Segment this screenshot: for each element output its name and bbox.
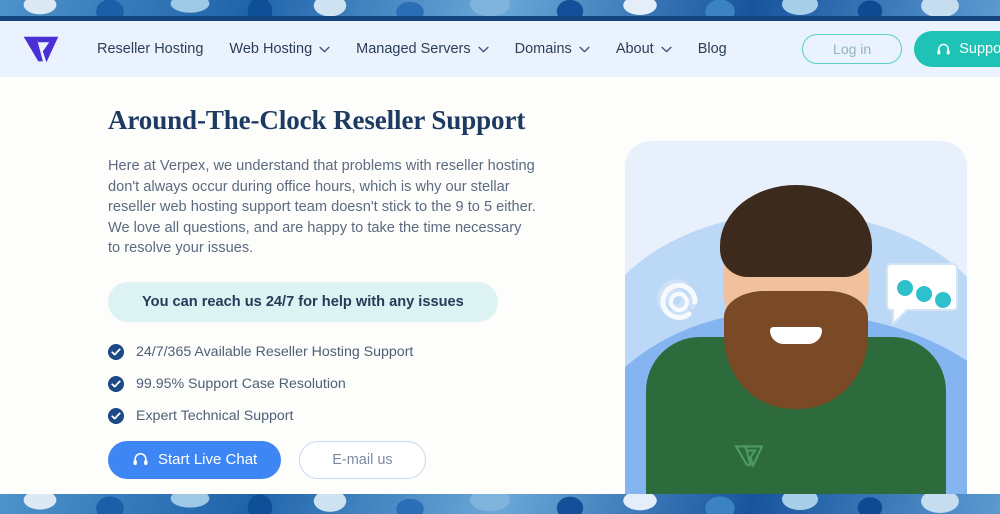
nav-item-blog[interactable]: Blog bbox=[685, 41, 740, 57]
chevron-down-icon bbox=[477, 46, 489, 52]
feature-item: 24/7/365 Available Reseller Hosting Supp… bbox=[108, 343, 600, 360]
nav-actions: Log in Support bbox=[802, 21, 1000, 77]
start-live-chat-button[interactable]: Start Live Chat bbox=[108, 440, 282, 479]
hero-text-column: Around-The-Clock Reseller Support Here a… bbox=[0, 77, 600, 494]
support-button-label: Support bbox=[959, 41, 1000, 57]
nav-item-about[interactable]: About bbox=[603, 41, 685, 57]
check-circle-icon bbox=[108, 375, 124, 392]
check-circle-icon bbox=[108, 343, 124, 360]
start-live-chat-label: Start Live Chat bbox=[158, 451, 258, 468]
page-content: Reseller Hosting Web Hosting Managed Ser… bbox=[0, 21, 1000, 494]
desktop-wallpaper-bottom bbox=[0, 494, 1000, 514]
support-button[interactable]: Support bbox=[914, 31, 1000, 67]
nav-item-web-hosting[interactable]: Web Hosting bbox=[216, 41, 343, 57]
cta-row: Start Live Chat E-mail us bbox=[108, 440, 600, 479]
verpex-logo-icon bbox=[734, 445, 764, 469]
feature-label: 24/7/365 Available Reseller Hosting Supp… bbox=[136, 343, 414, 360]
nav-label: Web Hosting bbox=[229, 41, 313, 57]
check-circle-icon bbox=[108, 407, 124, 424]
chevron-down-icon bbox=[319, 46, 330, 52]
support-agent-photo bbox=[646, 151, 946, 494]
email-us-button[interactable]: E-mail us bbox=[299, 440, 426, 479]
agent-smile bbox=[770, 327, 822, 344]
verpex-logo-icon[interactable] bbox=[20, 32, 62, 66]
hero-image bbox=[625, 141, 967, 494]
nav-links: Reseller Hosting Web Hosting Managed Ser… bbox=[84, 41, 740, 57]
feature-label: Expert Technical Support bbox=[136, 407, 294, 424]
nav-item-managed-servers[interactable]: Managed Servers bbox=[343, 41, 501, 57]
nav-item-domains[interactable]: Domains bbox=[502, 41, 603, 57]
agent-hair bbox=[720, 185, 872, 277]
hero-paragraph: Here at Verpex, we understand that probl… bbox=[108, 158, 536, 256]
feature-label: 99.95% Support Case Resolution bbox=[136, 375, 346, 392]
nav-label: Domains bbox=[514, 41, 572, 57]
feature-item: Expert Technical Support bbox=[108, 407, 600, 424]
chevron-down-icon bbox=[579, 46, 590, 52]
nav-label: About bbox=[615, 41, 654, 57]
hero-section: Around-The-Clock Reseller Support Here a… bbox=[0, 77, 1000, 494]
headset-icon bbox=[937, 43, 950, 54]
main-navigation: Reseller Hosting Web Hosting Managed Ser… bbox=[0, 21, 1000, 77]
availability-callout: You can reach us 24/7 for help with any … bbox=[108, 281, 498, 322]
page-title: Around-The-Clock Reseller Support bbox=[108, 105, 526, 135]
feature-item: 99.95% Support Case Resolution bbox=[108, 375, 600, 392]
nav-label: Reseller Hosting bbox=[97, 41, 204, 57]
headset-icon bbox=[133, 453, 148, 466]
chevron-down-icon bbox=[661, 46, 672, 52]
nav-item-reseller-hosting[interactable]: Reseller Hosting bbox=[84, 41, 216, 57]
login-button[interactable]: Log in bbox=[802, 34, 903, 64]
nav-label: Blog bbox=[697, 41, 727, 57]
nav-label: Managed Servers bbox=[356, 41, 471, 57]
desktop-wallpaper-top bbox=[0, 0, 1000, 16]
